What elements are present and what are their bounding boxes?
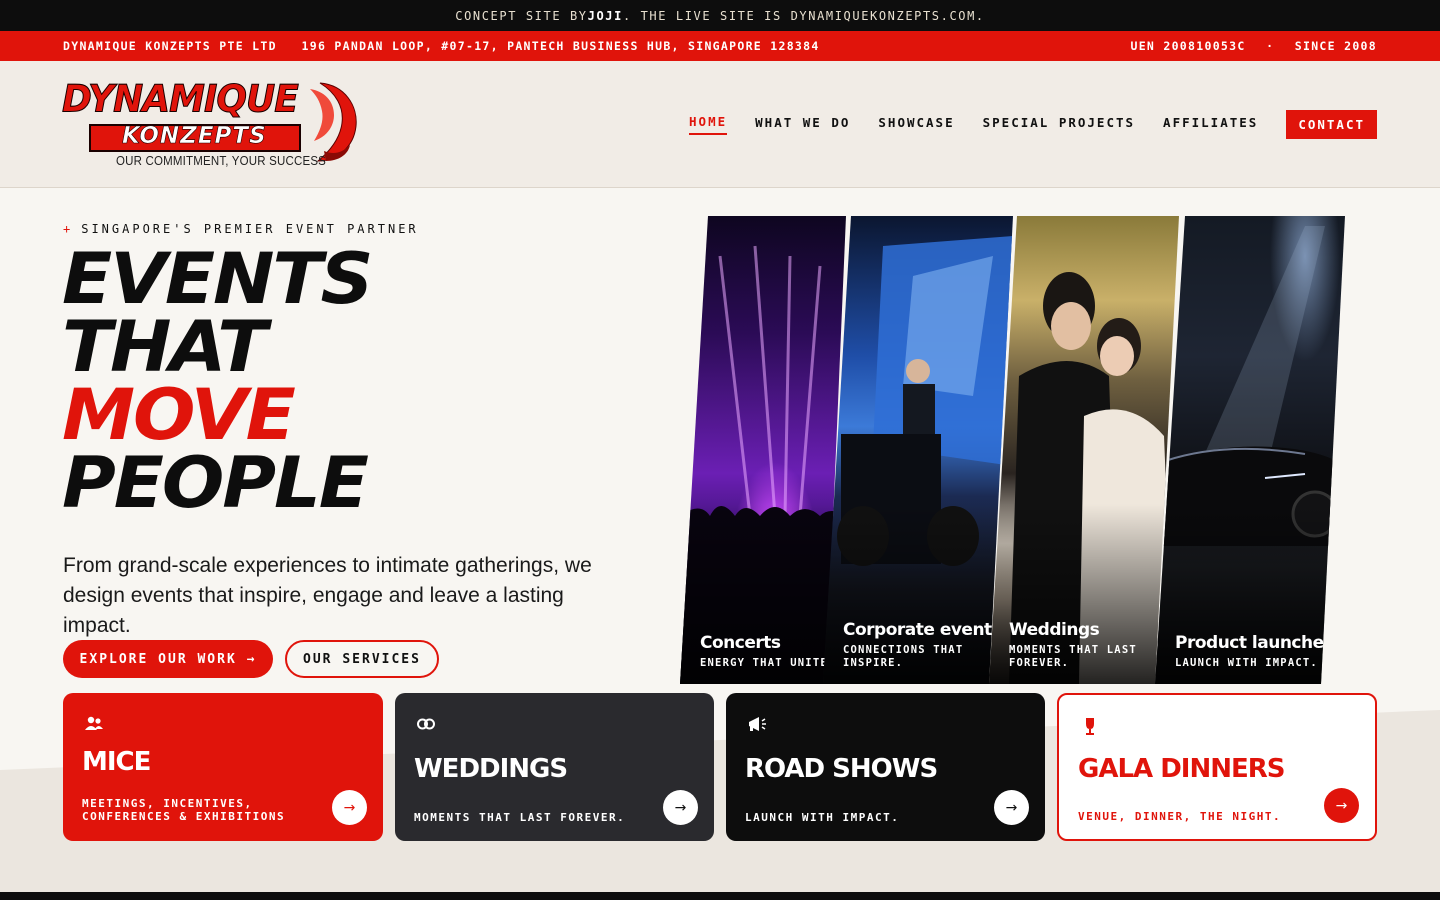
hero-headline: EVENTS THAT MOVE PEOPLE — [62, 238, 373, 524]
announce-prefix: CONCEPT SITE BY — [455, 8, 588, 23]
panel-desc: MOMENTS THAT LAST FOREVER. — [1009, 644, 1137, 669]
rings-icon — [417, 718, 435, 730]
panel-title: Product launches — [1175, 633, 1334, 653]
headline-line-1: EVENTS — [62, 238, 373, 320]
info-separator: · — [1266, 39, 1275, 53]
card-title: MICE — [82, 747, 151, 777]
company-address: 196 PANDAN LOOP, #07-17, PANTECH BUSINES… — [301, 39, 820, 53]
card-desc: VENUE, DINNER, THE NIGHT. — [1078, 810, 1282, 823]
panel-desc: LAUNCH WITH IMPACT. — [1175, 657, 1318, 669]
card-road-shows[interactable]: ROAD SHOWS LAUNCH WITH IMPACT. → — [726, 693, 1045, 841]
nav-special-projects[interactable]: SPECIAL PROJECTS — [983, 115, 1135, 134]
company-uen: UEN 200810053C — [1130, 39, 1246, 53]
card-arrow-button[interactable]: → — [994, 790, 1029, 825]
card-arrow-button[interactable]: → — [332, 790, 367, 825]
nav-what-we-do[interactable]: WHAT WE DO — [755, 115, 850, 134]
site-logo[interactable]: DYNAMIQUE KONZEPTS OUR COMMITMENT, YOUR … — [62, 77, 357, 169]
logo-wordmark-primary: DYNAMIQUE — [62, 77, 300, 122]
nav-showcase[interactable]: SHOWCASE — [878, 115, 954, 134]
site-header: DYNAMIQUE KONZEPTS OUR COMMITMENT, YOUR … — [0, 61, 1440, 188]
nav-contact-button[interactable]: CONTACT — [1286, 110, 1377, 139]
panel-title: Weddings — [1009, 620, 1100, 640]
card-title: WEDDINGS — [414, 754, 568, 784]
panel-weddings[interactable]: Weddings MOMENTS THAT LAST FOREVER. — [989, 216, 1179, 684]
logo-wordmark-secondary: KONZEPTS — [122, 123, 267, 150]
our-services-button[interactable]: OUR SERVICES — [285, 640, 439, 678]
megaphone-icon — [749, 717, 766, 731]
company-info-left: DYNAMIQUE KONZEPTS PTE LTD 196 PANDAN LO… — [63, 39, 820, 53]
card-arrow-button[interactable]: → — [1324, 788, 1359, 823]
card-title: ROAD SHOWS — [745, 754, 938, 784]
hero-image-panels: Concerts ENERGY THAT UNITES. Corporate e… — [680, 216, 1350, 684]
logo-tagline: OUR COMMITMENT, YOUR SUCCESS — [116, 154, 327, 168]
card-desc: MOMENTS THAT LAST FOREVER. — [414, 811, 626, 824]
panel-desc: ENERGY THAT UNITES. — [700, 657, 843, 669]
panel-product-launches[interactable]: Product launches LAUNCH WITH IMPACT. — [1155, 216, 1345, 684]
headline-line-4: PEOPLE — [62, 442, 369, 524]
panel-title: Corporate events — [843, 620, 1002, 640]
headline-line-3: MOVE — [62, 374, 296, 456]
company-info-right: UEN 200810053C · SINCE 2008 — [1126, 39, 1377, 53]
panel-desc: CONNECTIONS THAT INSPIRE. — [843, 644, 964, 669]
hero-subtitle: From grand-scale experiences to intimate… — [63, 554, 592, 637]
footer-strip — [0, 892, 1440, 900]
announce-author: JOJI — [587, 8, 623, 23]
company-info-bar: DYNAMIQUE KONZEPTS PTE LTD 196 PANDAN LO… — [0, 31, 1440, 61]
company-name: DYNAMIQUE KONZEPTS PTE LTD — [63, 39, 277, 53]
card-gala-dinners[interactable]: GALA DINNERS VENUE, DINNER, THE NIGHT. → — [1057, 693, 1377, 841]
explore-our-work-button[interactable]: EXPLORE OUR WORK → — [63, 640, 273, 678]
card-weddings[interactable]: WEDDINGS MOMENTS THAT LAST FOREVER. → — [395, 693, 714, 841]
hero-kicker: + SINGAPORE'S PREMIER EVENT PARTNER — [63, 222, 419, 236]
wine-glass-icon — [1086, 718, 1094, 735]
nav-affiliates[interactable]: AFFILIATES — [1163, 115, 1258, 134]
announcement-bar: CONCEPT SITE BY JOJI . THE LIVE SITE IS … — [0, 0, 1440, 31]
headline-line-2: THAT — [62, 306, 267, 388]
panel-corporate-events[interactable]: Corporate events CONNECTIONS THAT INSPIR… — [823, 216, 1013, 684]
company-since: SINCE 2008 — [1294, 39, 1377, 53]
card-arrow-button[interactable]: → — [663, 790, 698, 825]
main-nav: HOME WHAT WE DO SHOWCASE SPECIAL PROJECT… — [661, 110, 1377, 139]
card-desc: MEETINGS, INCENTIVES, CONFERENCES & EXHI… — [82, 797, 286, 823]
panel-concerts[interactable]: Concerts ENERGY THAT UNITES. — [680, 216, 846, 684]
nav-home[interactable]: HOME — [689, 114, 728, 135]
card-title: GALA DINNERS — [1078, 754, 1285, 784]
hero-kicker-text: SINGAPORE'S PREMIER EVENT PARTNER — [81, 222, 419, 236]
card-desc: LAUNCH WITH IMPACT. — [745, 811, 900, 824]
announce-suffix: . THE LIVE SITE IS DYNAMIQUEKONZEPTS.COM… — [622, 8, 985, 23]
people-icon — [85, 716, 103, 730]
card-mice[interactable]: MICE MEETINGS, INCENTIVES, CONFERENCES &… — [63, 693, 383, 841]
plus-icon: + — [63, 222, 74, 236]
panel-title: Concerts — [700, 633, 781, 653]
